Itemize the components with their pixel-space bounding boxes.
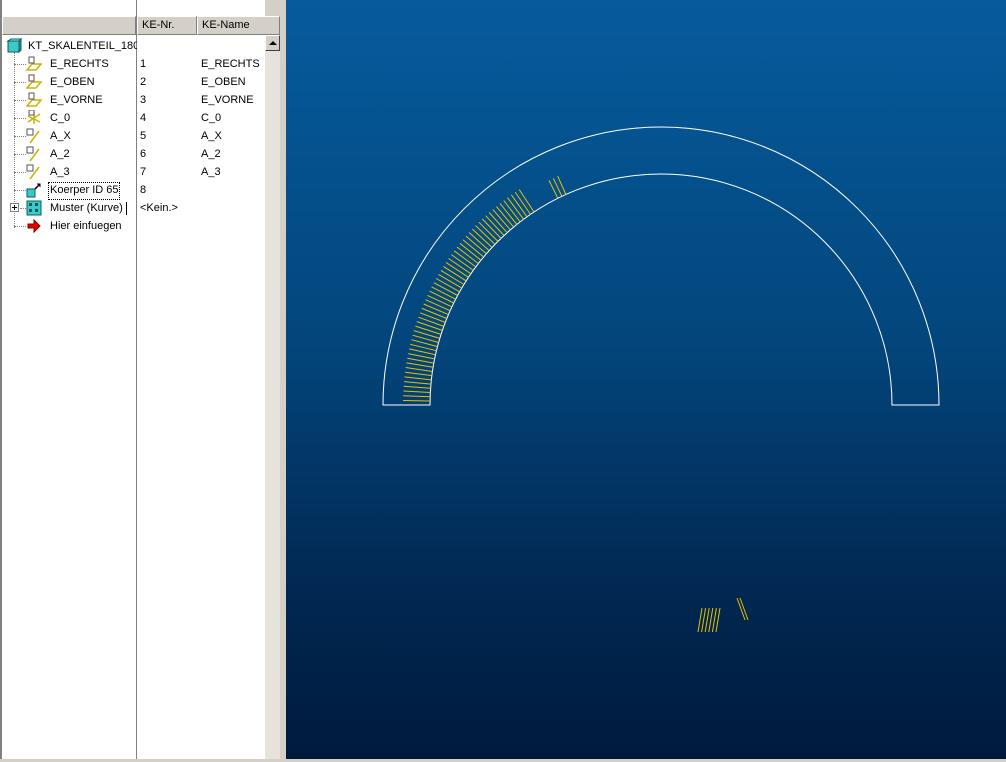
pattern-icon: [26, 200, 42, 216]
tick-mark: [405, 367, 433, 372]
cell-nr: 1: [140, 58, 147, 70]
tick-mark: [708, 607, 714, 633]
tick-mark: [405, 371, 432, 377]
column-header-ke-name[interactable]: KE-Name: [197, 16, 280, 35]
cell-name: A_X: [201, 130, 222, 142]
datum-axis-icon: [26, 164, 40, 180]
body-feature-icon: [26, 183, 41, 198]
tree-connector: [14, 226, 26, 227]
tick-mark: [419, 312, 446, 323]
tree-item-e-oben[interactable]: E_OBEN: [26, 73, 139, 91]
cell-name: A_2: [201, 148, 221, 160]
tree-connector: [14, 118, 26, 119]
graphics-viewport[interactable]: [286, 0, 1006, 759]
tick-mark: [427, 294, 453, 308]
cell-nr: 4: [140, 112, 147, 124]
tree-connector: [14, 64, 26, 65]
tick-mark: [425, 299, 451, 312]
tree-item-e-rechts[interactable]: E_RECHTS: [26, 55, 139, 73]
part-icon: [6, 38, 22, 54]
tree-root-label: KT_SKALENTEIL_180: [28, 40, 140, 52]
datum-plane-icon: [26, 74, 42, 89]
tick-mark: [715, 607, 721, 633]
tick-mark: [548, 180, 559, 199]
tree-item-a-3[interactable]: A_3: [26, 163, 139, 181]
tick-mark: [416, 321, 443, 331]
feature-columns-panel: KE-Nr. KE-Name 1 E_RECHTS 2 E_OBEN 3 E_V…: [137, 0, 280, 759]
datum-plane-icon: [26, 92, 42, 107]
tree-item-muster[interactable]: Muster (Kurve): [26, 199, 139, 217]
tree-expand-toggle[interactable]: [10, 203, 19, 212]
tree-item-c-0[interactable]: C_0: [26, 109, 139, 127]
tick-mark: [697, 607, 703, 633]
cell-nr: 6: [140, 148, 147, 160]
tree-connector: [14, 52, 15, 228]
tick-mark: [552, 178, 563, 197]
tree-column-header[interactable]: [2, 16, 136, 35]
tick-mark: [429, 290, 454, 304]
tree-connector: [14, 136, 26, 137]
tick-mark: [418, 316, 444, 327]
tick-mark: [404, 381, 432, 385]
tick-mark: [413, 330, 440, 339]
tick-mark: [406, 362, 434, 368]
datum-axis-icon: [26, 128, 40, 144]
tick-mark: [704, 607, 710, 633]
tree-connector: [14, 190, 26, 191]
cell-nr: 3: [140, 94, 147, 106]
tick-mark: [415, 325, 442, 335]
cell-nr: 2: [140, 76, 147, 88]
tree-item-koerper[interactable]: Koerper ID 65: [26, 181, 139, 200]
tick-mark: [711, 607, 717, 633]
tree-root[interactable]: KT_SKALENTEIL_180: [6, 37, 139, 55]
tick-mark: [407, 357, 434, 364]
tree-connector: [14, 172, 26, 173]
cell-nr: 5: [140, 130, 147, 142]
cell-name: C_0: [201, 112, 222, 124]
tree-item-a-2[interactable]: A_2: [26, 145, 139, 163]
scroll-up-button[interactable]: [265, 35, 280, 51]
tree-connector: [14, 82, 26, 83]
tick-mark: [701, 607, 707, 633]
tick-mark: [402, 400, 431, 402]
tree-connector: [14, 154, 26, 155]
cell-name: E_RECHTS: [201, 58, 260, 70]
insert-here-arrow-icon: [27, 218, 41, 234]
tick-mark: [403, 395, 431, 398]
scale-tick-marks-lower: [697, 597, 749, 633]
tick-mark: [408, 353, 435, 360]
text-cursor: [126, 202, 127, 215]
cell-name: E_OBEN: [201, 76, 246, 88]
coordinate-system-icon: [27, 110, 41, 124]
model-tree-panel: KT_SKALENTEIL_180 E_RECHTS E_OBEN E_VORN…: [0, 0, 139, 759]
tree-connector: [14, 100, 26, 101]
cell-nr: <Kein.>: [140, 202, 178, 214]
arrow-up-icon: [268, 41, 277, 45]
tree-item-hier-einfuegen[interactable]: Hier einfuegen: [26, 217, 139, 235]
cell-name: A_3: [201, 166, 221, 178]
scale-tick-marks: [402, 175, 567, 402]
column-header-ke-nr[interactable]: KE-Nr.: [137, 16, 197, 35]
tree-item-e-vorne[interactable]: E_VORNE: [26, 91, 139, 109]
datum-plane-icon: [26, 56, 42, 71]
datum-axis-icon: [26, 146, 40, 162]
tick-mark: [403, 385, 431, 389]
vertical-scrollbar[interactable]: [265, 35, 280, 759]
tree-item-a-x[interactable]: A_X: [26, 127, 139, 145]
model-view: [382, 126, 940, 633]
cell-nr: 7: [140, 166, 147, 178]
tree-item-koerper-label: Koerper ID 65: [48, 182, 121, 200]
cell-name: E_VORNE: [201, 94, 254, 106]
tick-mark: [421, 307, 447, 319]
tick-mark: [557, 175, 567, 195]
tick-mark: [404, 376, 432, 381]
tick-mark: [403, 390, 431, 393]
cell-nr: 8: [140, 184, 147, 196]
tick-mark: [423, 303, 449, 316]
